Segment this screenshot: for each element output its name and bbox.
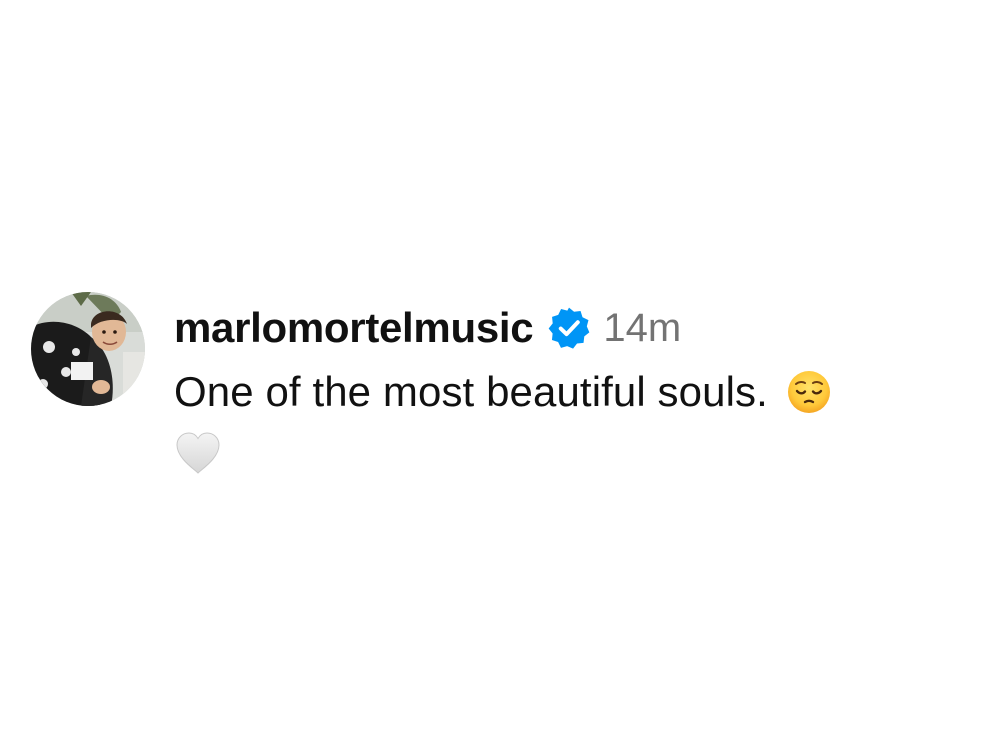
username-link[interactable]: marlomortelmusic — [174, 304, 534, 352]
comment-body: One of the most beautiful souls. — [174, 366, 832, 418]
white-heart-icon[interactable] — [174, 430, 222, 476]
pensive-face-icon — [786, 369, 832, 415]
comment: marlomortelmusic 14m One of the most bea… — [31, 292, 981, 492]
comment-header: marlomortelmusic 14m — [174, 304, 681, 352]
timestamp: 14m — [603, 305, 682, 350]
avatar-photo — [31, 292, 145, 406]
avatar[interactable] — [31, 292, 145, 406]
verified-badge-icon — [547, 306, 591, 350]
comment-text: One of the most beautiful souls. — [174, 368, 768, 415]
